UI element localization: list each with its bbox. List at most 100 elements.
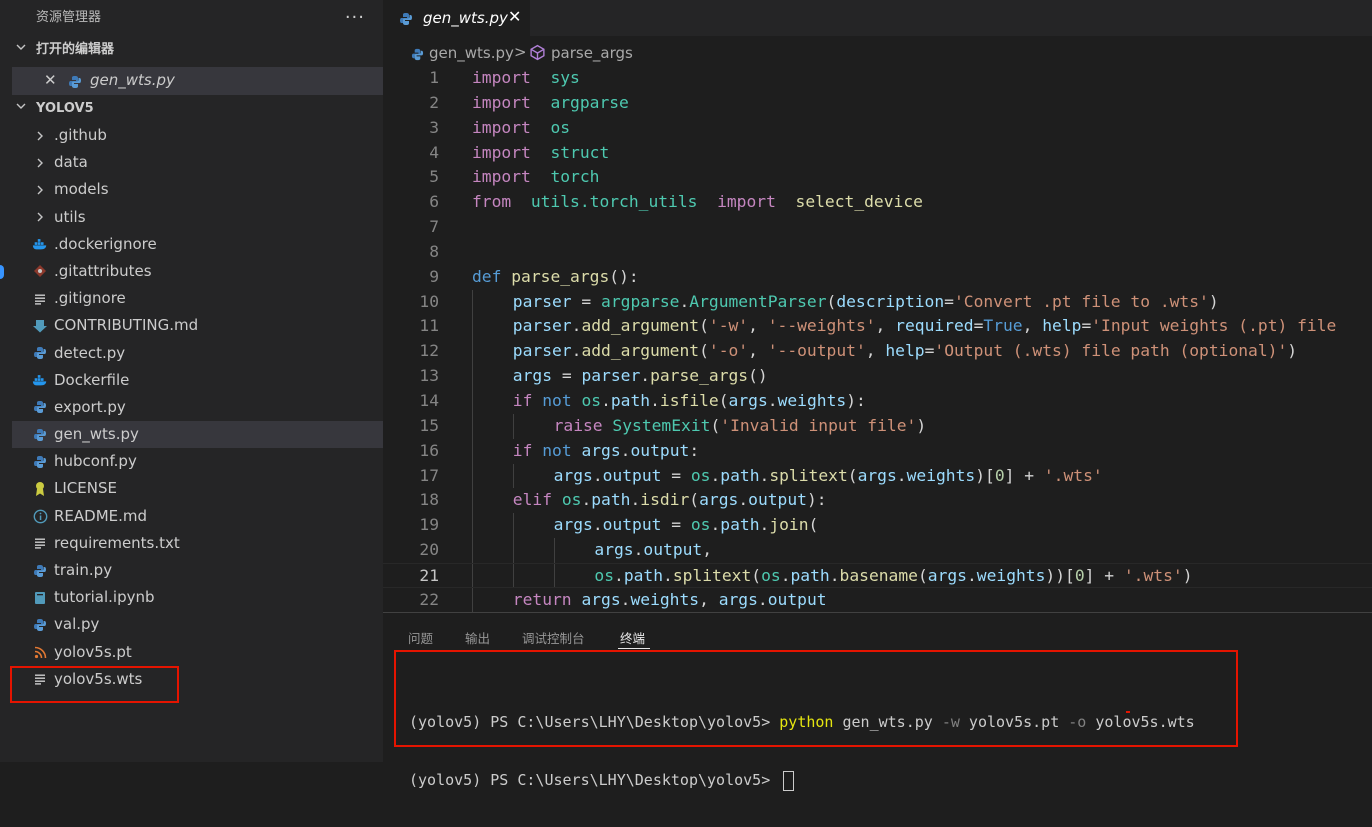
breadcrumb-symbol[interactable]: parse_args [551, 44, 633, 62]
code-token: 0 [995, 466, 1005, 485]
open-editor-item[interactable]: ✕ gen_wts.py [12, 67, 383, 95]
info-icon [32, 503, 48, 530]
file-label: hubconf.py [54, 448, 137, 475]
code-token: required [895, 316, 973, 335]
file-label: val.py [54, 611, 99, 638]
file-item[interactable]: requirements.txt [0, 530, 383, 557]
code-token: args [699, 490, 738, 509]
indent-guide [472, 464, 473, 489]
code-token: . [630, 490, 640, 509]
file-item[interactable]: yolov5s.pt [0, 639, 383, 666]
code-line[interactable]: 17args.output = os.path.splitext(args.we… [383, 464, 1372, 489]
code-line[interactable]: 8 [383, 240, 1372, 265]
code-token: '-o' [709, 341, 748, 360]
folder-item[interactable]: models [0, 176, 383, 203]
file-item[interactable]: detect.py [0, 340, 383, 367]
code-token: args [858, 466, 897, 485]
folder-item[interactable]: data [0, 149, 383, 176]
code-token: '.wts' [1124, 566, 1183, 585]
file-item[interactable]: .gitignore [0, 285, 383, 312]
code-line[interactable]: 19args.output = os.path.join( [383, 513, 1372, 538]
file-item[interactable]: Dockerfile [0, 367, 383, 394]
code-token [531, 68, 551, 87]
code-line[interactable]: 5import torch [383, 165, 1372, 190]
code-line[interactable]: 18elif os.path.isdir(args.output): [383, 488, 1372, 513]
file-label: train.py [54, 557, 112, 584]
code-token: os [562, 490, 582, 509]
code-token: elif [513, 490, 552, 509]
file-item[interactable]: .gitattributes [0, 258, 383, 285]
project-section[interactable]: YOLOV5 [0, 95, 383, 122]
panel-tab-problems[interactable]: 问题 [408, 628, 433, 647]
file-item[interactable]: .dockerignore [0, 231, 383, 258]
panel-tab-debug-console[interactable]: 调试控制台 [522, 628, 585, 647]
code-line[interactable]: 20args.output, [383, 538, 1372, 563]
code-line[interactable]: 22return args.weights, args.output [383, 588, 1372, 613]
folder-label: utils [54, 204, 86, 231]
code-line[interactable]: 3import os [383, 116, 1372, 141]
code-line[interactable]: 2import argparse [383, 91, 1372, 116]
open-editors-title: 打开的编辑器 [36, 42, 114, 57]
code-token [511, 192, 531, 211]
code-token: weights [778, 391, 847, 410]
code-line[interactable]: 12parser.add_argument('-o', '--output', … [383, 339, 1372, 364]
file-item[interactable]: hubconf.py [0, 448, 383, 475]
file-item[interactable]: LICENSE [0, 475, 383, 502]
file-item[interactable]: gen_wts.py [12, 421, 383, 448]
code-line[interactable]: 10parser = argparse.ArgumentParser(descr… [383, 290, 1372, 315]
code-token: args [594, 540, 633, 559]
line-number: 12 [383, 339, 439, 364]
code-token: '.wts' [1044, 466, 1103, 485]
open-editors-section[interactable]: 打开的编辑器 [0, 36, 383, 63]
code-token: . [710, 515, 720, 534]
file-item[interactable]: README.md [0, 503, 383, 530]
code-line[interactable]: 4import struct [383, 141, 1372, 166]
code-editor[interactable]: 1import sys2import argparse3import os4im… [383, 66, 1372, 613]
code-line[interactable]: 11parser.add_argument('-w', '--weights',… [383, 314, 1372, 339]
code-token: splitext [769, 466, 847, 485]
code-token: = [1081, 316, 1091, 335]
code-line[interactable]: 7 [383, 215, 1372, 240]
code-token: if [513, 391, 533, 410]
breadcrumb-file[interactable]: gen_wts.py [429, 44, 514, 62]
folder-item[interactable]: .github [0, 122, 383, 149]
code-line[interactable]: 15raise SystemExit('Invalid input file') [383, 414, 1372, 439]
code-token [531, 93, 551, 112]
code-token: os [691, 515, 711, 534]
tab-gen-wts[interactable]: gen_wts.py ✕ [383, 0, 530, 36]
code-line[interactable]: 13args = parser.parse_args() [383, 364, 1372, 389]
license-icon [32, 475, 48, 502]
code-token: utils.torch_utils [531, 192, 698, 211]
file-item[interactable]: train.py [0, 557, 383, 584]
code-line[interactable]: 14if not os.path.isfile(args.weights): [383, 389, 1372, 414]
folder-item[interactable]: utils [0, 204, 383, 231]
chevron-right-icon [32, 122, 48, 149]
chevron-down-icon [14, 95, 28, 122]
code-text: args = parser.parse_args() [513, 364, 768, 389]
file-item[interactable]: tutorial.ipynb [0, 584, 383, 611]
folder-label: models [54, 176, 109, 203]
more-actions-icon[interactable]: ··· [345, 0, 365, 36]
tab-close-icon[interactable]: ✕ [508, 7, 521, 26]
code-text: import os [472, 116, 570, 141]
code-token: ) [1209, 292, 1219, 311]
code-token: . [572, 316, 582, 335]
line-number: 9 [383, 265, 439, 290]
code-token: = [661, 466, 690, 485]
file-item[interactable]: val.py [0, 611, 383, 638]
code-line[interactable]: 9def parse_args(): [383, 265, 1372, 290]
file-item[interactable]: CONTRIBUTING.md [0, 312, 383, 339]
close-icon[interactable]: ✕ [44, 71, 57, 89]
code-line[interactable]: 1import sys [383, 66, 1372, 91]
panel-tab-output[interactable]: 输出 [465, 628, 490, 647]
code-line[interactable]: 16if not args.output: [383, 439, 1372, 464]
code-token: import [472, 68, 531, 87]
code-line[interactable]: 6from utils.torch_utils import select_de… [383, 190, 1372, 215]
code-token: raise [554, 416, 603, 435]
panel-tab-terminal[interactable]: 终端 [620, 628, 645, 647]
file-item[interactable]: export.py [0, 394, 383, 421]
code-token: . [830, 566, 840, 585]
code-line[interactable]: 21os.path.splitext(os.path.basename(args… [383, 563, 1372, 588]
code-text: from utils.torch_utils import select_dev… [472, 190, 923, 215]
code-token: def [472, 267, 501, 286]
